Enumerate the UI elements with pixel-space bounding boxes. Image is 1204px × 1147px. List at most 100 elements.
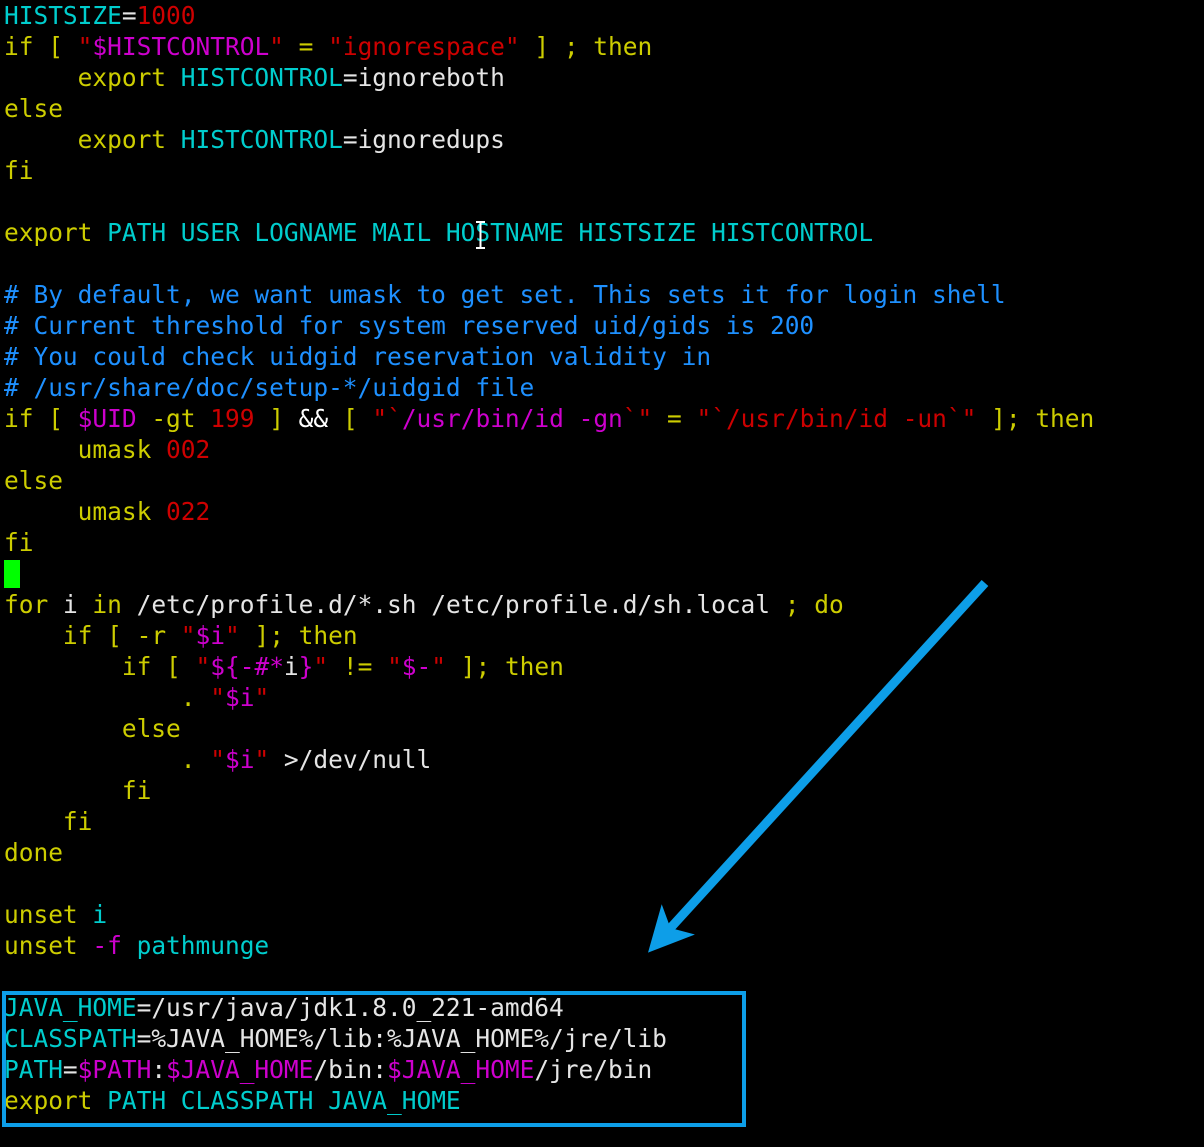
code-line-25: . "$i" >/dev/null <box>4 744 1094 775</box>
token-flag-gt: -gt <box>151 404 196 433</box>
token-fi: fi <box>4 156 34 185</box>
token-then: then <box>1035 404 1095 433</box>
code-line-13: # /usr/share/doc/setup-*/uidgid file <box>4 372 1094 403</box>
code-line-29-blank <box>4 868 1094 899</box>
token-brace-open: ${ <box>210 652 240 681</box>
token-variable-java-home: $JAVA_HOME <box>166 1055 314 1084</box>
token-bracket-close: ] <box>460 652 476 681</box>
token-quote: " <box>195 652 211 681</box>
code-line-36: export PATH CLASSPATH JAVA_HOME <box>4 1085 1094 1116</box>
token-variable-uid: $UID <box>77 404 137 433</box>
token-else: else <box>4 94 63 123</box>
token-in: in <box>92 590 122 619</box>
code-line-23: . "$i" <box>4 682 1094 713</box>
token-quote: " <box>328 32 343 61</box>
code-line-20: for i in /etc/profile.d/*.sh /etc/profil… <box>4 589 1094 620</box>
token-quote-backtick: `" <box>622 404 653 433</box>
token-variable: $HISTCONTROL <box>92 32 270 61</box>
token-flag-gn: -gn <box>578 404 623 433</box>
token-equals: = <box>62 1055 78 1084</box>
token-if: if <box>62 621 93 650</box>
token-hash: # <box>254 652 270 681</box>
token-exported-names: PATH USER LOGNAME MAIL HOSTNAME HISTSIZE… <box>107 218 874 247</box>
token-bracket-close: ] <box>534 32 550 61</box>
token-command-path: /usr/bin/id <box>401 404 564 433</box>
token-bracket-close: ] <box>269 404 284 433</box>
token-equals: = <box>342 63 358 92</box>
code-line-11: # Current threshold for system reserved … <box>4 310 1094 341</box>
token-umask: umask <box>77 435 152 464</box>
token-if: if <box>4 404 34 433</box>
token-bracket-close: ] <box>991 404 1006 433</box>
code-line-5: export HISTCONTROL=ignoredups <box>4 124 1094 155</box>
token-equals: = <box>136 1024 152 1053</box>
token-bracket-open: [ <box>107 621 122 650</box>
code-line-10: # By default, we want umask to get set. … <box>4 279 1094 310</box>
code-line-12: # You could check uidgid reservation val… <box>4 341 1094 372</box>
token-variable-i: $i <box>224 683 255 712</box>
code-line-30: unset i <box>4 899 1094 930</box>
token-quote: " <box>210 683 225 712</box>
token-semicolon: ; <box>1005 404 1021 433</box>
token-quote-backtick: "` <box>696 404 726 433</box>
token-quote: " <box>254 683 270 712</box>
token-variable-i: $i <box>195 621 225 650</box>
token-do: do <box>814 590 844 619</box>
token-loop-var: i <box>62 590 78 619</box>
token-if: if <box>121 652 152 681</box>
code-line-35: PATH=$PATH:$JAVA_HOME/bin:$JAVA_HOME/jre… <box>4 1054 1094 1085</box>
token-comment: # /usr/share/doc/setup-*/uidgid file <box>4 373 535 402</box>
token-quote: " <box>210 745 225 774</box>
shell-script-code[interactable]: HISTSIZE=1000 if [ "$HISTCONTROL" = "igno… <box>4 0 1094 1116</box>
token-quote: " <box>313 652 329 681</box>
code-line-9-blank <box>4 248 1094 279</box>
token-if: if <box>4 32 34 61</box>
token-umask: umask <box>77 497 152 526</box>
token-else: else <box>4 466 63 495</box>
token-semicolon: ; <box>563 32 579 61</box>
token-var-name: HISTCONTROL <box>180 125 343 154</box>
token-var-name: HISTSIZE <box>4 1 122 30</box>
token-quote: " <box>269 32 284 61</box>
token-then: then <box>504 652 564 681</box>
code-line-2: if [ "$HISTCONTROL" = "ignorespace" ] ; … <box>4 31 1094 62</box>
token-export: export <box>4 1086 93 1115</box>
code-line-14: if [ $UID -gt 199 ] && [ "`/usr/bin/id -… <box>4 403 1094 434</box>
token-equals-op: = <box>667 404 682 433</box>
token-glob-paths: /etc/profile.d/*.sh /etc/profile.d/sh.lo… <box>136 590 771 619</box>
token-done: done <box>4 838 63 867</box>
code-line-1: HISTSIZE=1000 <box>4 0 1094 31</box>
token-source-dot: . <box>180 745 196 774</box>
token-redirect: >/dev/null <box>283 745 432 774</box>
code-line-16: else <box>4 465 1094 496</box>
token-unset: unset <box>4 931 78 960</box>
token-star: * <box>269 652 284 681</box>
code-line-7-blank <box>4 186 1094 217</box>
token-var-name: HISTCONTROL <box>180 63 343 92</box>
code-line-3: export HISTCONTROL=ignoreboth <box>4 62 1094 93</box>
token-value: ignoredups <box>357 125 505 154</box>
code-line-34: CLASSPATH=%JAVA_HOME%/lib:%JAVA_HOME%/jr… <box>4 1023 1094 1054</box>
token-then: then <box>298 621 358 650</box>
token-bracket-open: [ <box>342 404 358 433</box>
token-then: then <box>593 32 653 61</box>
token-quote: " <box>77 32 93 61</box>
token-command-path-2: /usr/bin/id -un <box>725 404 947 433</box>
terminal-screen[interactable]: HISTSIZE=1000 if [ "$HISTCONTROL" = "igno… <box>0 0 1204 1147</box>
code-line-4: else <box>4 93 1094 124</box>
code-line-8: export PATH USER LOGNAME MAIL HOSTNAME H… <box>4 217 1094 248</box>
token-comment: # You could check uidgid reservation val… <box>4 342 712 371</box>
token-string: ignorespace <box>342 32 505 61</box>
token-equals-op: = <box>298 32 314 61</box>
token-java-home-value: /usr/java/jdk1.8.0_221-amd64 <box>151 993 564 1022</box>
token-fi: fi <box>121 776 152 805</box>
token-quote: " <box>180 621 196 650</box>
token-equals: = <box>136 993 152 1022</box>
token-bracket-open: [ <box>166 652 181 681</box>
token-variable-i: $i <box>224 745 255 774</box>
token-source-dot: . <box>180 683 196 712</box>
token-quote: " <box>431 652 446 681</box>
token-comment: # Current threshold for system reserved … <box>4 311 815 340</box>
token-brace-close: } <box>298 652 314 681</box>
token-umask-mode: 022 <box>166 497 211 526</box>
